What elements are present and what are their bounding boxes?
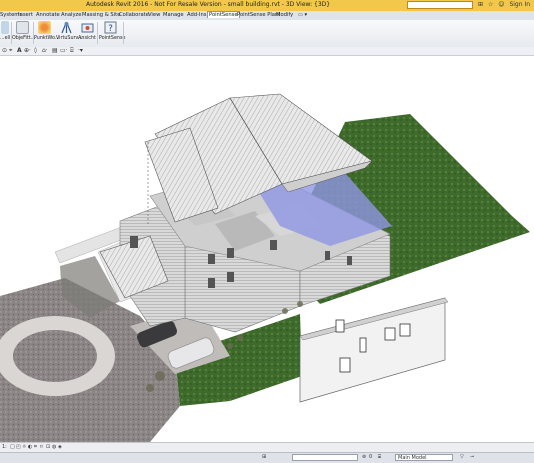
crop-icon[interactable]: ⌗ — [34, 444, 37, 450]
tool-icon — [1, 21, 9, 34]
ribbon-panel: ...ell ObjeFitt... PunktWo... VirtuSurv.… — [0, 20, 534, 48]
detail-level-icon[interactable]: □ — [10, 444, 15, 450]
sun-path-icon[interactable]: ☼ — [22, 444, 26, 450]
tab-pointsense[interactable]: PointSense — [207, 11, 240, 18]
reveal-hidden-icon[interactable]: ◈ — [58, 444, 62, 450]
title-icons: ⊞ ☆ ☺ Sign In — [478, 1, 533, 8]
objectfit-button[interactable]: ObjeFitt... — [12, 21, 35, 41]
shed-front-wall — [299, 297, 446, 403]
shadows-icon[interactable]: ◐ — [28, 444, 32, 450]
help-search-box[interactable] — [407, 1, 476, 19]
point-cloud-scene — [0, 93, 530, 442]
measure-icon[interactable]: ⌖ — [9, 47, 12, 55]
lock-icon[interactable]: ⊡ — [46, 444, 50, 450]
open-icon[interactable]: ⊙ — [2, 47, 7, 54]
user-icon[interactable]: ☺ — [498, 1, 504, 8]
binoculars-icon[interactable]: ⊞ — [478, 1, 483, 8]
tab-analyze[interactable]: Analyze — [61, 12, 81, 18]
tab-collaborate[interactable]: Collaborate — [119, 12, 149, 18]
workset-icon[interactable]: ⊞ — [262, 454, 266, 460]
ribbon-button-partial[interactable]: ...ell — [0, 21, 10, 41]
tab-massing-site[interactable]: Massing & Site — [82, 12, 120, 18]
text-icon[interactable]: A — [17, 47, 22, 54]
ansicht-button[interactable]: Ansicht — [78, 21, 96, 41]
view-control-bar: 1: □ ◰ ☼ ◐ ⌗ ⌑ ⊡ ◍ ◈ — [0, 442, 534, 452]
editing-count: 0 — [369, 454, 373, 460]
view-icon — [81, 23, 93, 33]
pointcloud-icon — [37, 21, 51, 34]
close-hidden-icon[interactable]: ▤ — [52, 47, 58, 54]
punktwolke-button[interactable]: PunktWo... — [34, 21, 59, 41]
visual-style-icon[interactable]: ◰ — [16, 444, 21, 450]
panel-divider — [97, 22, 98, 44]
star-icon[interactable]: ☆ — [488, 1, 493, 8]
sign-in-link[interactable]: Sign In — [509, 1, 530, 8]
tab-manage[interactable]: Manage — [163, 12, 184, 18]
svg-text:?: ? — [108, 24, 113, 34]
tag-icon[interactable]: ⊕· — [24, 47, 31, 54]
crop-visibility-icon[interactable]: ⌑ — [40, 444, 43, 450]
switch-windows-icon[interactable]: ▭· — [60, 47, 68, 54]
design-option-icon[interactable]: ⌸ — [378, 454, 381, 460]
scale-icon[interactable]: 1: — [2, 444, 7, 450]
tab-view[interactable]: View — [148, 12, 160, 18]
ribbon-options-icon[interactable]: ▭ ▾ — [298, 12, 307, 18]
virtusurv-icon — [60, 21, 72, 34]
main-model-label: Main Model — [398, 455, 427, 461]
workset-dropdown[interactable] — [292, 454, 358, 461]
help-icon: ? — [104, 21, 116, 34]
tab-annotate[interactable]: Annotate — [36, 12, 60, 18]
editing-requests-icon[interactable]: ⊚ — [362, 454, 366, 460]
objectfit-icon — [15, 21, 29, 34]
virtusurv-button[interactable]: VirtuSurv... — [56, 21, 83, 41]
select-links-icon[interactable]: ⊸ — [470, 454, 474, 460]
window-title: Autodesk Revit 2016 - Not For Resale Ver… — [86, 1, 331, 8]
section-icon[interactable]: ◊ — [34, 47, 37, 54]
3d-view-icon[interactable]: ⌂· — [42, 47, 48, 54]
tab-pointsense-plant[interactable]: PointSense Plant — [237, 12, 280, 18]
status-bar: ⊞ ⊚ 0 ⌸ Main Model ▽ ⊸ — [0, 452, 534, 463]
filter-icon[interactable]: ▽ — [460, 454, 464, 460]
customize-icon[interactable]: ·▾ — [78, 47, 83, 54]
panel-divider — [123, 22, 124, 44]
tab-modify[interactable]: Modify — [276, 12, 293, 18]
tab-add-ins[interactable]: Add-Ins — [187, 12, 206, 18]
pointsense-help-button[interactable]: ? PointSense — [99, 21, 125, 41]
quick-access-toolbar: ⊙ ⌖ A ⊕· ◊ ⌂· ▤ ▭· ⌸ ·▾ — [0, 47, 534, 56]
tab-insert[interactable]: Insert — [18, 12, 33, 18]
temp-hide-icon[interactable]: ◍ — [52, 444, 56, 450]
3d-viewport[interactable] — [0, 56, 534, 442]
design-options-dropdown[interactable]: Main Model — [395, 454, 453, 461]
thin-lines-icon[interactable]: ⌸ — [70, 47, 74, 55]
